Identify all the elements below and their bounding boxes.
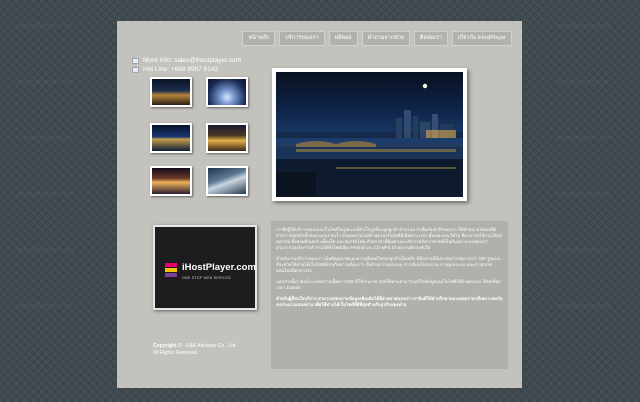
watermark: iHostPlayer.com (555, 302, 612, 310)
phone-icon (132, 66, 139, 73)
body-paragraph: นอกจากนี้เรายังมีระบบจัดการเนื้อหา CMS ท… (276, 279, 501, 290)
contact-email[interactable]: More Info: sales@ihostplayer.com (143, 56, 241, 65)
city-skyline-illustration (276, 83, 463, 197)
about-text: เราคือผู้ให้บริการออกแบบเว็บไซต์ในรูปแบบ… (271, 221, 508, 369)
body-paragraph: สำหรับงานบริการของเรา เน้นที่คุณภาพและคว… (276, 256, 501, 273)
watermark: iHostPlayer.com (18, 78, 75, 86)
main-nav: หน้าหลัก บริการของเรา ผลิตผล คำถามจากช่ว… (242, 31, 512, 46)
watermark: iHostPlayer.com (555, 78, 612, 86)
nav-faq[interactable]: คำถามจากช่วย (361, 31, 411, 46)
watermark: iHostPlayer.com (18, 190, 75, 198)
company-logo[interactable]: iHostPlayer.com ONE STOP WEB SERVICE (153, 225, 257, 310)
nav-contact[interactable]: ติดต่อเรา (414, 31, 448, 46)
watermark: iHostPlayer.com (555, 190, 612, 198)
gallery-thumbnail[interactable] (150, 166, 192, 196)
copyright-suffix: - E&K Advisory Co., Ltd. (183, 343, 237, 349)
watermark: iHostPlayer.com (18, 22, 75, 30)
gallery-thumbnail[interactable] (150, 123, 192, 153)
watermark: iHostPlayer.com (555, 22, 612, 30)
gallery-thumbnail[interactable] (206, 123, 248, 153)
contact-info: More Info: sales@ihostplayer.com Hot Lin… (132, 56, 241, 74)
nav-products[interactable]: ผลิตผล (328, 31, 358, 46)
contact-hotline: Hot Line: +668 9987 6143 (143, 66, 218, 73)
logo-tagline: ONE STOP WEB SERVICE (182, 276, 232, 280)
gallery-thumbnail[interactable] (206, 166, 248, 196)
gallery-thumbnail[interactable] (206, 77, 248, 107)
watermark: iHostPlayer.com (18, 302, 75, 310)
copyright-rights: All Rights Reserved. (153, 349, 199, 356)
featured-photo (272, 68, 467, 201)
copyright: Copyright © - E&K Advisory Co., Ltd. All… (153, 343, 237, 356)
nav-home[interactable]: หน้าหลัก (242, 31, 276, 46)
watermark: iHostPlayer.com (18, 134, 75, 142)
gallery-thumbnail[interactable] (150, 77, 192, 107)
watermark: iHostPlayer.com (555, 134, 612, 142)
watermark: iHostPlayer.com (18, 246, 75, 254)
body-paragraph: เราคือผู้ให้บริการออกแบบเว็บไซต์ในรูปแบบ… (276, 227, 503, 250)
copyright-prefix: Copyright © (153, 343, 182, 349)
watermark: iHostPlayer.com (555, 246, 612, 254)
email-icon (132, 57, 139, 64)
body-paragraph: สำหรับผู้ที่สนใจบริการ สามารถสอบถามข้อมู… (276, 296, 503, 307)
nav-about[interactable]: เกี่ยวกับ iHostPlayer (452, 31, 512, 46)
logo-mark-icon (165, 263, 177, 277)
nav-services[interactable]: บริการของเรา (279, 31, 325, 46)
logo-name: iHostPlayer.com (182, 262, 256, 273)
content-panel: หน้าหลัก บริการของเรา ผลิตผล คำถามจากช่ว… (117, 21, 522, 388)
